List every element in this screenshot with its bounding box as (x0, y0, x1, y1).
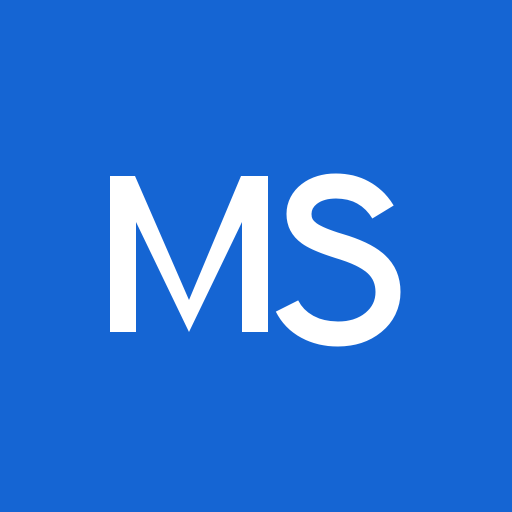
avatar: MS (0, 0, 512, 512)
initial-m-glyph (110, 176, 268, 332)
initial-s-glyph (275, 173, 401, 347)
avatar-initials: MS (110, 173, 401, 347)
